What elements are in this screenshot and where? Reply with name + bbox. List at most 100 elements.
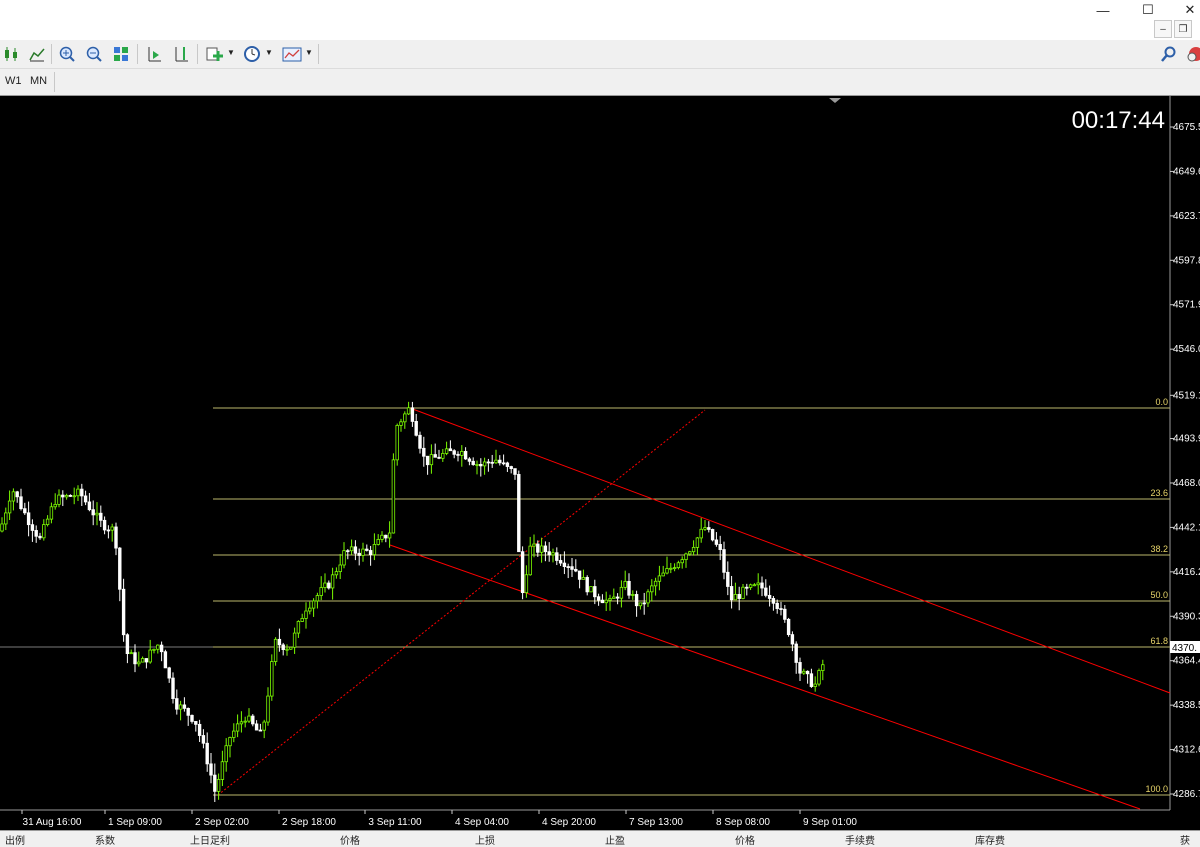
mdi-minimize-button[interactable]: – — [1154, 20, 1172, 38]
candle-body — [505, 462, 510, 467]
templates-dropdown-icon[interactable]: ▼ — [305, 48, 313, 57]
time-label: 31 Aug 16:00 — [23, 817, 82, 828]
candle-body — [262, 721, 266, 731]
candle-body — [657, 575, 662, 582]
column-header: 上损 — [475, 836, 495, 847]
zoom-out-button[interactable] — [83, 43, 105, 65]
candle-body — [380, 534, 384, 540]
search-button[interactable] — [1158, 43, 1180, 65]
candle-body — [718, 544, 722, 550]
time-label: 7 Sep 13:00 — [629, 817, 683, 828]
candle-body — [304, 610, 308, 619]
timeframe-w1[interactable]: W1 — [5, 75, 22, 87]
candle-body — [42, 524, 46, 539]
price-label: 4571.9 — [1173, 300, 1200, 311]
candle-body — [650, 585, 654, 593]
candle-body — [669, 567, 673, 570]
candle-body — [34, 530, 38, 537]
line-chart-button[interactable] — [26, 43, 48, 65]
candle-body — [38, 535, 42, 539]
candle-body — [80, 488, 84, 497]
candle-body — [300, 618, 304, 622]
price-label: 4519.1 — [1173, 390, 1200, 401]
candle-body — [441, 453, 445, 459]
price-chart[interactable]: 4675.5 4649.6 4623.7 4597.8 4571.9 4546.0 4519… — [0, 96, 1200, 830]
candle-body — [646, 591, 650, 604]
templates-icon — [282, 47, 302, 62]
autoscroll-button[interactable] — [143, 43, 165, 65]
column-header: 上日足利 — [190, 836, 230, 847]
tile-windows-button[interactable] — [110, 43, 132, 65]
candle-body — [311, 600, 316, 609]
candle-body — [129, 652, 133, 655]
candle-body — [159, 644, 164, 653]
candle-body — [346, 550, 350, 553]
candle-body — [479, 464, 483, 467]
candle-body — [756, 582, 760, 586]
price-label: 4649.6 — [1173, 166, 1200, 177]
periods-dropdown-icon[interactable]: ▼ — [265, 48, 273, 57]
channel-upper-line — [409, 407, 1171, 694]
candle-body — [57, 494, 61, 505]
autoscroll-icon — [148, 47, 161, 62]
candle-body — [577, 570, 582, 580]
candle-body — [528, 545, 532, 576]
candles-button[interactable] — [0, 43, 22, 65]
candle-body — [482, 461, 487, 467]
candle-body — [209, 763, 213, 776]
mdi-restore-button[interactable]: ❐ — [1174, 20, 1192, 38]
candle-body — [707, 527, 711, 530]
candle-body — [254, 723, 259, 731]
candle-body — [190, 714, 194, 722]
indicators-button[interactable] — [203, 43, 225, 65]
candle-body — [429, 454, 434, 466]
candle-body — [235, 723, 240, 732]
candle-body — [110, 526, 114, 531]
candle-body — [277, 638, 282, 646]
candle-body — [384, 534, 388, 539]
candle-body — [498, 459, 502, 464]
candle-body — [627, 580, 631, 596]
indicators-dropdown-icon[interactable]: ▼ — [227, 48, 235, 57]
candle-body — [239, 721, 244, 725]
chart-shift-button[interactable] — [170, 43, 192, 65]
candle-body — [167, 667, 171, 679]
candle-body — [539, 545, 544, 553]
candle-body — [543, 545, 548, 553]
candle-body — [653, 580, 658, 587]
candle-body — [752, 584, 757, 587]
candle-body — [224, 745, 228, 763]
candle-body — [555, 552, 559, 561]
candle-body — [475, 464, 479, 466]
chat-button[interactable] — [1184, 43, 1200, 65]
templates-button[interactable] — [281, 43, 303, 65]
candle-body — [604, 599, 608, 604]
column-header: 手续费 — [845, 836, 875, 847]
candle-body — [243, 720, 247, 723]
time-label: 4 Sep 04:00 — [455, 817, 509, 828]
candle-body — [342, 550, 346, 566]
chart-canvas[interactable]: 4675.5 4649.6 4623.7 4597.8 4571.9 4546.0 4519… — [0, 96, 1200, 830]
time-label: 2 Sep 18:00 — [282, 817, 336, 828]
maximize-button[interactable]: ☐ — [1133, 0, 1163, 20]
price-label: 4364.4 — [1173, 656, 1200, 667]
candle-body — [490, 461, 494, 464]
candle-body — [513, 468, 517, 475]
periods-button[interactable] — [241, 43, 263, 65]
zoom-in-button[interactable] — [56, 43, 78, 65]
close-button[interactable]: ✕ — [1175, 0, 1200, 20]
candle-body — [121, 588, 126, 636]
candle-body — [585, 577, 589, 593]
candle-body — [353, 546, 358, 554]
candle-body — [418, 434, 422, 449]
timeframe-mn[interactable]: MN — [30, 75, 47, 87]
candle-body — [710, 529, 715, 541]
time-label: 1 Sep 09:00 — [108, 817, 162, 828]
candle-body — [741, 586, 745, 599]
candle-body — [642, 602, 646, 605]
tile-windows-icon — [114, 47, 128, 61]
toolbox-header: 出例 系数 上日足利 价格 上损 止盈 价格 手续费 库存费 获 — [0, 830, 1200, 847]
minimize-button[interactable]: — — [1088, 0, 1118, 20]
candle-body — [273, 638, 278, 662]
candle-body — [114, 526, 118, 549]
